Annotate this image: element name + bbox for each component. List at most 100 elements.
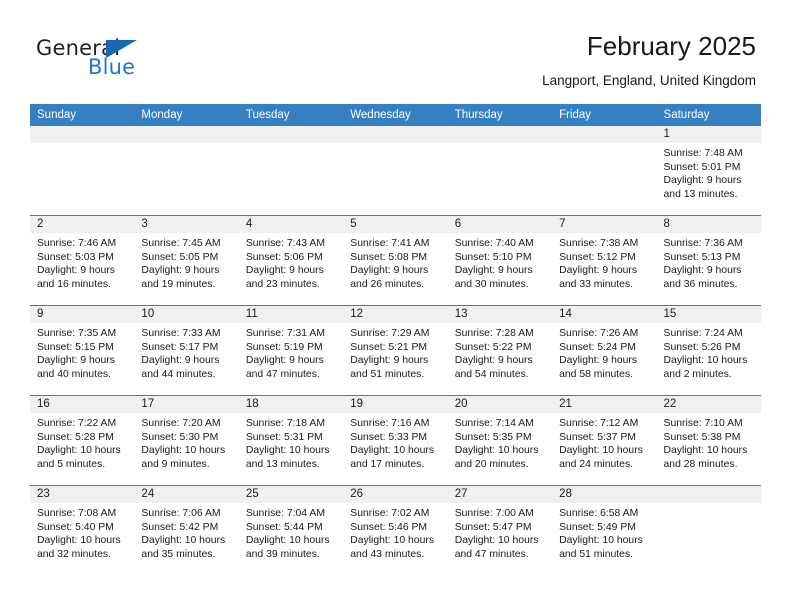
day-details: Sunrise: 7:24 AM Sunset: 5:26 PM Daylight:… [657, 323, 761, 381]
day-cell: 1 Sunrise: 7:48 AM Sunset: 5:01 PM Daylight… [656, 126, 761, 215]
day-cell: 18 Sunrise: 7:18 AM Sunset: 5:31 PM Dayligh… [238, 396, 344, 485]
day-number: 8 [656, 216, 761, 233]
calendar-day-cell[interactable]: 9 Sunrise: 7:35 AM Sunset: 5:15 PM Daylight… [30, 305, 135, 396]
sunrise-text: Sunrise: 7:06 AM [141, 508, 221, 519]
calendar-day-cell[interactable]: 11 Sunrise: 7:31 AM Sunset: 5:19 PM Dayligh… [238, 305, 344, 396]
calendar-day-cell[interactable]: 25 Sunrise: 7:04 AM Sunset: 5:44 PM Dayligh… [238, 485, 344, 575]
page-subtitle: Langport, England, United Kingdom [542, 73, 756, 88]
day-cell: 8 Sunrise: 7:36 AM Sunset: 5:13 PM Daylight… [656, 216, 761, 305]
daylight-text-line1: Daylight: 10 hours [454, 535, 539, 547]
daylight-text-line2: and 17 minutes. [350, 458, 425, 470]
daylight-text-line1: Daylight: 10 hours [141, 445, 226, 457]
calendar-day-cell[interactable]: 13 Sunrise: 7:28 AM Sunset: 5:22 PM Dayligh… [447, 305, 553, 396]
title-block: February 2025 Langport, England, United … [542, 30, 756, 91]
calendar-day-cell[interactable]: 15 Sunrise: 7:24 AM Sunset: 5:26 PM Dayligh… [656, 305, 761, 396]
daylight-text-line2: and 39 minutes. [245, 548, 320, 560]
page-header: General Blue February 2025 Langport, Eng… [0, 0, 792, 100]
sunrise-text: Sunrise: 7:28 AM [454, 328, 534, 339]
calendar-week-row: 2 Sunrise: 7:46 AM Sunset: 5:03 PM Daylight… [30, 215, 761, 306]
sunset-text: Sunset: 5:33 PM [350, 431, 428, 443]
day-number: 10 [134, 306, 239, 323]
daylight-text-line1: Daylight: 9 hours [245, 265, 324, 277]
calendar-day-cell[interactable] [30, 126, 135, 216]
calendar-day-cell[interactable]: 12 Sunrise: 7:29 AM Sunset: 5:21 PM Dayligh… [343, 305, 448, 396]
calendar-day-cell[interactable]: 2 Sunrise: 7:46 AM Sunset: 5:03 PM Daylight… [30, 215, 135, 306]
calendar-day-cell[interactable]: 21 Sunrise: 7:12 AM Sunset: 5:37 PM Dayligh… [552, 395, 657, 486]
day-number: 26 [343, 486, 448, 503]
day-cell: 28 Sunrise: 6:58 AM Sunset: 5:49 PM Dayligh… [552, 486, 657, 575]
sunset-text: Sunset: 5:21 PM [350, 341, 428, 353]
day-number: 1 [656, 126, 761, 143]
calendar-day-cell[interactable]: 8 Sunrise: 7:36 AM Sunset: 5:13 PM Daylight… [656, 215, 761, 306]
calendar-day-cell[interactable]: 1 Sunrise: 7:48 AM Sunset: 5:01 PM Daylight… [656, 126, 761, 216]
calendar-day-cell[interactable]: 20 Sunrise: 7:14 AM Sunset: 5:35 PM Dayligh… [447, 395, 553, 486]
daylight-text-line1: Daylight: 9 hours [663, 265, 742, 277]
day-number [238, 126, 344, 143]
day-details: Sunrise: 7:16 AM Sunset: 5:33 PM Daylight:… [343, 413, 447, 471]
calendar-day-cell[interactable] [552, 126, 657, 216]
calendar-header-row: Sunday Monday Tuesday Wednesday Thursday… [30, 104, 761, 126]
daylight-text-line1: Daylight: 9 hours [454, 355, 533, 367]
day-details: Sunrise: 7:46 AM Sunset: 5:03 PM Daylight:… [30, 233, 134, 291]
daylight-text-line2: and 23 minutes. [245, 278, 320, 290]
day-number: 23 [30, 486, 135, 503]
day-number [343, 126, 448, 143]
calendar-day-cell[interactable]: 28 Sunrise: 6:58 AM Sunset: 5:49 PM Dayligh… [552, 485, 657, 575]
day-details: Sunrise: 7:14 AM Sunset: 5:35 PM Daylight:… [448, 413, 552, 471]
calendar-day-cell[interactable] [343, 126, 448, 216]
day-cell: 16 Sunrise: 7:22 AM Sunset: 5:28 PM Dayligh… [30, 396, 135, 485]
daylight-text-line1: Daylight: 10 hours [559, 535, 643, 547]
calendar-day-cell[interactable]: 7 Sunrise: 7:38 AM Sunset: 5:12 PM Daylight… [552, 215, 657, 306]
calendar-day-cell[interactable] [134, 126, 239, 216]
day-number: 16 [30, 396, 135, 413]
calendar-day-cell[interactable]: 5 Sunrise: 7:41 AM Sunset: 5:08 PM Daylight… [343, 215, 448, 306]
day-details: Sunrise: 7:18 AM Sunset: 5:31 PM Daylight:… [239, 413, 343, 471]
weekday-header-thursday: Thursday [447, 104, 553, 126]
calendar-day-cell[interactable]: 22 Sunrise: 7:10 AM Sunset: 5:38 PM Dayligh… [656, 395, 761, 486]
daylight-text-line2: and 35 minutes. [141, 548, 216, 560]
day-number [30, 126, 135, 143]
calendar-day-cell[interactable]: 14 Sunrise: 7:26 AM Sunset: 5:24 PM Dayligh… [552, 305, 657, 396]
daylight-text-line2: and 40 minutes. [37, 368, 111, 380]
calendar-day-cell[interactable]: 27 Sunrise: 7:00 AM Sunset: 5:47 PM Dayligh… [447, 485, 553, 575]
calendar-day-cell[interactable]: 23 Sunrise: 7:08 AM Sunset: 5:40 PM Dayligh… [30, 485, 135, 575]
day-number: 24 [134, 486, 239, 503]
day-cell: 19 Sunrise: 7:16 AM Sunset: 5:33 PM Dayligh… [343, 396, 448, 485]
sunrise-text: Sunrise: 7:14 AM [454, 418, 534, 429]
calendar-day-cell[interactable] [656, 485, 761, 575]
daylight-text-line1: Daylight: 10 hours [141, 535, 226, 547]
day-details: Sunrise: 7:31 AM Sunset: 5:19 PM Daylight:… [239, 323, 343, 381]
calendar-day-cell[interactable]: 10 Sunrise: 7:33 AM Sunset: 5:17 PM Dayligh… [134, 305, 239, 396]
day-cell: 21 Sunrise: 7:12 AM Sunset: 5:37 PM Dayligh… [552, 396, 657, 485]
daylight-text-line1: Daylight: 9 hours [245, 355, 324, 367]
day-number: 25 [238, 486, 344, 503]
sunset-text: Sunset: 5:49 PM [559, 521, 636, 533]
calendar-day-cell[interactable]: 3 Sunrise: 7:45 AM Sunset: 5:05 PM Daylight… [134, 215, 239, 306]
day-details: Sunrise: 7:00 AM Sunset: 5:47 PM Daylight:… [448, 503, 552, 561]
day-cell: 23 Sunrise: 7:08 AM Sunset: 5:40 PM Dayligh… [30, 486, 135, 575]
daylight-text-line1: Daylight: 9 hours [37, 355, 115, 367]
daylight-text-line2: and 9 minutes. [141, 458, 210, 470]
calendar-day-cell[interactable]: 17 Sunrise: 7:20 AM Sunset: 5:30 PM Dayligh… [134, 395, 239, 486]
calendar-day-cell[interactable]: 19 Sunrise: 7:16 AM Sunset: 5:33 PM Dayligh… [343, 395, 448, 486]
daylight-text-line2: and 32 minutes. [37, 548, 111, 560]
sunrise-text: Sunrise: 7:26 AM [559, 328, 639, 339]
sunrise-text: Sunrise: 7:33 AM [141, 328, 221, 339]
general-blue-logo[interactable]: General Blue [36, 36, 236, 84]
calendar-day-cell[interactable] [238, 126, 344, 216]
calendar-day-cell[interactable]: 26 Sunrise: 7:02 AM Sunset: 5:46 PM Dayligh… [343, 485, 448, 575]
weekday-header-monday: Monday [134, 104, 239, 126]
daylight-text-line2: and 24 minutes. [559, 458, 634, 470]
calendar-day-cell[interactable]: 24 Sunrise: 7:06 AM Sunset: 5:42 PM Dayligh… [134, 485, 239, 575]
calendar-day-cell[interactable]: 18 Sunrise: 7:18 AM Sunset: 5:31 PM Dayligh… [238, 395, 344, 486]
calendar-day-cell[interactable]: 16 Sunrise: 7:22 AM Sunset: 5:28 PM Dayligh… [30, 395, 135, 486]
calendar-day-cell[interactable]: 4 Sunrise: 7:43 AM Sunset: 5:06 PM Daylight… [238, 215, 344, 306]
calendar-day-cell[interactable] [447, 126, 553, 216]
day-details: Sunrise: 7:22 AM Sunset: 5:28 PM Daylight:… [30, 413, 134, 471]
day-details: Sunrise: 7:08 AM Sunset: 5:40 PM Daylight:… [30, 503, 134, 561]
sunrise-text: Sunrise: 7:29 AM [350, 328, 430, 339]
daylight-text-line1: Daylight: 10 hours [454, 445, 539, 457]
calendar-day-cell[interactable]: 6 Sunrise: 7:40 AM Sunset: 5:10 PM Daylight… [447, 215, 553, 306]
day-details: Sunrise: 6:58 AM Sunset: 5:49 PM Daylight:… [552, 503, 656, 561]
daylight-text-line2: and 47 minutes. [454, 548, 529, 560]
